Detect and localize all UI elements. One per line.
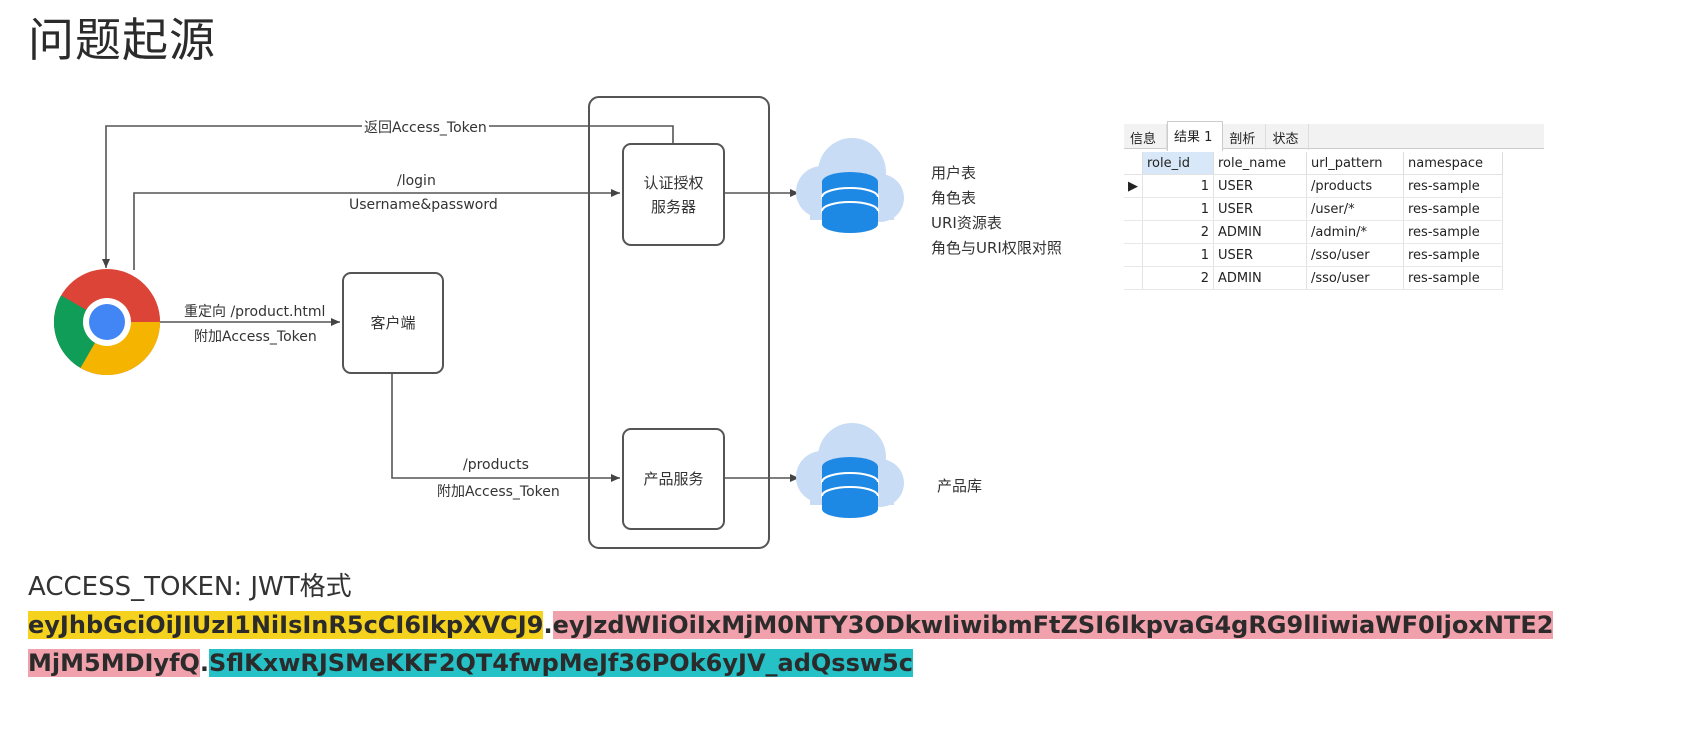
table-row[interactable]: 1 USER /user/* res-sample xyxy=(1124,197,1503,221)
result-tabs: 信息 结果 1 剖析 状态 xyxy=(1124,121,1310,151)
jwt-token: eyJhbGciOiJIUzI1NiIsInR5cCI6IkpXVCJ9.eyJ… xyxy=(28,606,1558,682)
jwt-separator: . xyxy=(543,611,553,639)
column-header[interactable]: url_pattern xyxy=(1306,152,1404,175)
table-row[interactable]: 1 USER /sso/user res-sample xyxy=(1124,243,1503,267)
table-cell[interactable]: res-sample xyxy=(1403,266,1503,290)
table-cell[interactable]: res-sample xyxy=(1403,197,1503,221)
table-cell[interactable]: USER xyxy=(1213,174,1307,198)
redirect-label: 重定向 /product.html xyxy=(184,304,326,320)
db-table-name: 角色与URI权限对照 xyxy=(931,239,1062,257)
column-header[interactable]: namespace xyxy=(1403,152,1503,175)
table-cell[interactable]: /user/* xyxy=(1306,197,1404,221)
table-cell[interactable]: ADMIN xyxy=(1213,220,1307,244)
result-grid: role_id role_name url_pattern namespace … xyxy=(1124,152,1503,290)
table-cell[interactable]: 2 xyxy=(1142,266,1214,290)
tab-info[interactable]: 信息 xyxy=(1124,124,1168,150)
attach-token-label: 附加Access_Token xyxy=(194,329,317,345)
product-db-label: 产品库 xyxy=(937,477,983,495)
query-result-panel: 信息 结果 1 剖析 状态 role_id role_name url_patt… xyxy=(1124,121,1544,294)
table-cell[interactable]: ADMIN xyxy=(1213,266,1307,290)
table-cell[interactable]: /admin/* xyxy=(1306,220,1404,244)
tab-result-1[interactable]: 结果 1 xyxy=(1167,121,1224,151)
db-table-name: 角色表 xyxy=(931,189,977,207)
login-path-label: /login xyxy=(397,173,436,189)
table-row[interactable]: ▶ 1 USER /products res-sample xyxy=(1124,174,1503,198)
chrome-browser-icon xyxy=(53,269,160,376)
table-row[interactable]: 2 ADMIN /admin/* res-sample xyxy=(1124,220,1503,244)
auth-db-table-list: 用户表 角色表 URI资源表 角色与URI权限对照 xyxy=(931,161,1062,261)
tab-profile[interactable]: 剖析 xyxy=(1223,124,1267,150)
row-selected-indicator: ▶ xyxy=(1124,174,1143,198)
table-cell[interactable]: /sso/user xyxy=(1306,266,1404,290)
table-cell[interactable]: res-sample xyxy=(1403,220,1503,244)
auth-server-box: 认证授权 服务器 xyxy=(622,143,725,246)
tab-status[interactable]: 状态 xyxy=(1266,124,1310,150)
token-heading: ACCESS_TOKEN: JWT格式 xyxy=(28,572,352,602)
attach-token-label: 附加Access_Token xyxy=(437,484,560,500)
column-header[interactable]: role_id xyxy=(1142,152,1214,175)
product-service-box: 产品服务 xyxy=(622,428,725,530)
table-cell[interactable]: /sso/user xyxy=(1306,243,1404,267)
table-cell[interactable]: /products xyxy=(1306,174,1404,198)
table-cell[interactable]: 1 xyxy=(1142,197,1214,221)
login-credentials-label: Username&password xyxy=(349,197,498,213)
table-cell[interactable]: res-sample xyxy=(1403,174,1503,198)
products-path-label: /products xyxy=(463,457,529,473)
database-cloud-icon xyxy=(796,138,904,233)
jwt-separator: . xyxy=(199,649,210,677)
jwt-header-segment: eyJhbGciOiJIUzI1NiIsInR5cCI6IkpXVCJ9 xyxy=(28,611,544,639)
db-table-name: URI资源表 xyxy=(931,214,1002,232)
client-box: 客户端 xyxy=(342,272,444,374)
db-table-name: 用户表 xyxy=(931,164,977,182)
jwt-signature-segment: SflKxwRJSMeKKF2QT4fwpMeJf36POk6yJV_adQss… xyxy=(209,649,913,677)
column-header[interactable]: role_name xyxy=(1213,152,1307,175)
table-cell[interactable]: res-sample xyxy=(1403,243,1503,267)
return-token-label: 返回Access_Token xyxy=(362,117,489,137)
table-row[interactable]: 2 ADMIN /sso/user res-sample xyxy=(1124,266,1503,290)
database-cloud-icon xyxy=(796,423,904,518)
table-cell[interactable]: 2 xyxy=(1142,220,1214,244)
table-cell[interactable]: USER xyxy=(1213,197,1307,221)
table-cell[interactable]: 1 xyxy=(1142,174,1214,198)
table-cell[interactable]: USER xyxy=(1213,243,1307,267)
table-cell[interactable]: 1 xyxy=(1142,243,1214,267)
